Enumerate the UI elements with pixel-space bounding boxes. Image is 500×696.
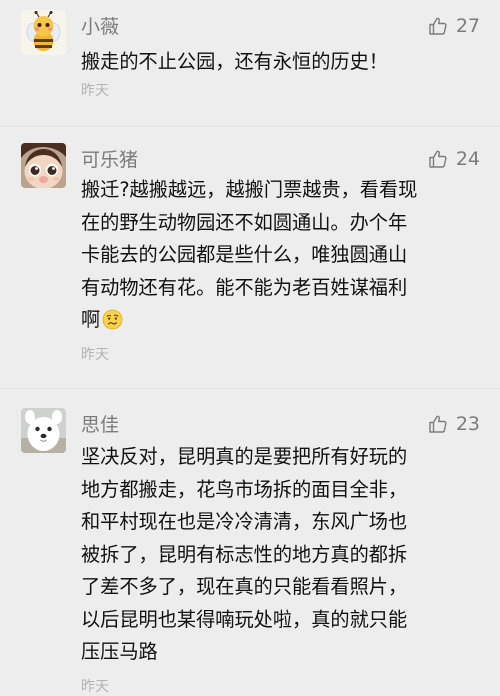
- avatar[interactable]: [21, 143, 66, 188]
- like-button[interactable]: 27: [428, 13, 480, 39]
- comment-text: 搬迁?越搬越远，越搬门票越贵，看看现 在的野生动物园还不如圆通山。办个年 卡能去…: [81, 174, 481, 337]
- like-count: 23: [455, 413, 480, 435]
- confused-face-emoji: [102, 309, 123, 330]
- comment-time: 昨天: [81, 347, 109, 363]
- avatar[interactable]: [21, 10, 66, 55]
- avatar[interactable]: [21, 408, 66, 453]
- thumbs-up-icon: [429, 150, 447, 168]
- thumbs-up-icon: [429, 415, 447, 433]
- comment-text: 坚决反对，昆明真的是要把所有好玩的 地方都搬走，花鸟市场拆的面目全非， 和平村现…: [81, 445, 408, 663]
- like-count: 24: [455, 148, 480, 170]
- divider: [0, 126, 500, 127]
- comment-time: 昨天: [81, 83, 109, 99]
- cartoon-bee-avatar-icon: [21, 10, 66, 55]
- white-puppy-avatar-icon: [21, 408, 66, 453]
- commenter-name[interactable]: 思佳: [81, 413, 119, 437]
- commenter-name[interactable]: 可乐猪: [81, 148, 138, 172]
- doll-face-avatar-icon: [21, 143, 66, 188]
- like-button[interactable]: 23: [428, 411, 480, 437]
- comment-text: 搬走的不止公园，还有永恒的历史！: [81, 50, 388, 73]
- like-count: 27: [455, 15, 480, 37]
- comment-time: 昨天: [81, 679, 109, 695]
- thumbs-up-icon: [429, 17, 447, 35]
- divider: [0, 388, 500, 389]
- comment-text-body: 搬迁?越搬越远，越搬门票越贵，看看现 在的野生动物园还不如圆通山。办个年 卡能去…: [81, 178, 418, 331]
- like-button[interactable]: 24: [428, 146, 480, 172]
- commenter-name[interactable]: 小薇: [81, 15, 119, 39]
